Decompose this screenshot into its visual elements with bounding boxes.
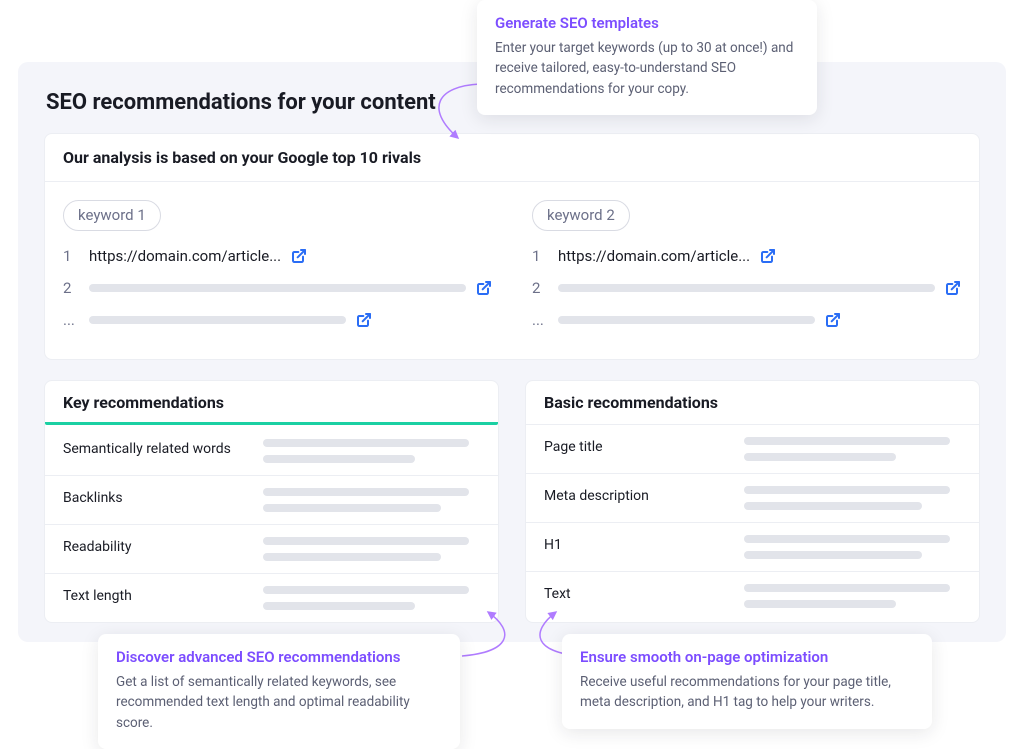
rank-number: 2 — [532, 279, 548, 297]
rank-row: 2 — [63, 277, 492, 299]
analysis-header: Our analysis is based on your Google top… — [45, 134, 979, 182]
row-label: H1 — [544, 535, 724, 553]
list-item: H1 — [526, 523, 979, 572]
row-label: Backlinks — [63, 488, 243, 506]
list-item: Semantically related words — [45, 427, 498, 476]
list-item: Text length — [45, 574, 498, 622]
callout-title: Generate SEO templates — [495, 14, 799, 32]
keyword-chip[interactable]: keyword 2 — [532, 200, 630, 231]
callout-title: Ensure smooth on-page optimization — [580, 648, 914, 666]
main-content-card: SEO recommendations for your content Our… — [18, 62, 1006, 642]
list-item: Readability — [45, 525, 498, 574]
recommendation-columns: Key recommendations Semantically related… — [44, 380, 980, 623]
row-label: Readability — [63, 537, 243, 555]
basic-recommendations-header: Basic recommendations — [526, 381, 979, 425]
external-link-icon[interactable] — [291, 248, 307, 264]
callout-body: Enter your target keywords (up to 30 at … — [495, 38, 799, 99]
callout-body: Get a list of semantically related keywo… — [116, 672, 442, 733]
rank-row: ... — [532, 309, 961, 331]
row-placeholder — [263, 439, 480, 463]
rank-number: 2 — [63, 279, 79, 297]
rank-url[interactable]: https://domain.com/article... — [558, 247, 750, 265]
row-placeholder — [263, 586, 480, 610]
row-placeholder — [744, 486, 961, 510]
placeholder-bar — [89, 316, 346, 324]
row-placeholder — [263, 537, 480, 561]
row-placeholder — [744, 535, 961, 559]
row-label: Semantically related words — [63, 439, 243, 457]
callout-generate-seo: Generate SEO templates Enter your target… — [477, 0, 817, 115]
external-link-icon[interactable] — [825, 312, 841, 328]
placeholder-bar — [558, 284, 935, 292]
rank-url[interactable]: https://domain.com/article... — [89, 247, 281, 265]
basic-recommendations-panel: Basic recommendations Page title Meta de… — [525, 380, 980, 623]
external-link-icon[interactable] — [760, 248, 776, 264]
keyword-chip[interactable]: keyword 1 — [63, 200, 161, 231]
list-item: Page title — [526, 425, 979, 474]
row-label: Text length — [63, 586, 243, 604]
rank-row: 1 https://domain.com/article... — [532, 245, 961, 267]
keyword-columns: keyword 1 1 https://domain.com/article..… — [45, 182, 979, 359]
rank-number: ... — [532, 311, 548, 329]
rank-number: 1 — [63, 247, 79, 265]
list-item: Text — [526, 572, 979, 620]
callout-body: Receive useful recommendations for your … — [580, 672, 914, 713]
rank-row: 2 — [532, 277, 961, 299]
external-link-icon[interactable] — [356, 312, 372, 328]
row-placeholder — [744, 584, 961, 608]
rank-number: 1 — [532, 247, 548, 265]
row-label: Text — [544, 584, 724, 602]
row-placeholder — [744, 437, 961, 461]
callout-title: Discover advanced SEO recommendations — [116, 648, 442, 666]
external-link-icon[interactable] — [945, 280, 961, 296]
rank-number: ... — [63, 311, 79, 329]
rank-row: 1 https://domain.com/article... — [63, 245, 492, 267]
list-item: Meta description — [526, 474, 979, 523]
placeholder-bar — [558, 316, 815, 324]
row-label: Page title — [544, 437, 724, 455]
analysis-panel: Our analysis is based on your Google top… — [44, 133, 980, 360]
row-placeholder — [263, 488, 480, 512]
list-item: Backlinks — [45, 476, 498, 525]
placeholder-bar — [89, 284, 466, 292]
callout-onpage-opt: Ensure smooth on-page optimization Recei… — [562, 634, 932, 729]
external-link-icon[interactable] — [476, 280, 492, 296]
row-label: Meta description — [544, 486, 724, 504]
key-recommendations-header: Key recommendations — [45, 381, 498, 427]
keyword-column-2: keyword 2 1 https://domain.com/article..… — [532, 200, 961, 341]
callout-advanced-seo: Discover advanced SEO recommendations Ge… — [98, 634, 460, 749]
keyword-column-1: keyword 1 1 https://domain.com/article..… — [63, 200, 492, 341]
rank-row: ... — [63, 309, 492, 331]
key-recommendations-panel: Key recommendations Semantically related… — [44, 380, 499, 623]
